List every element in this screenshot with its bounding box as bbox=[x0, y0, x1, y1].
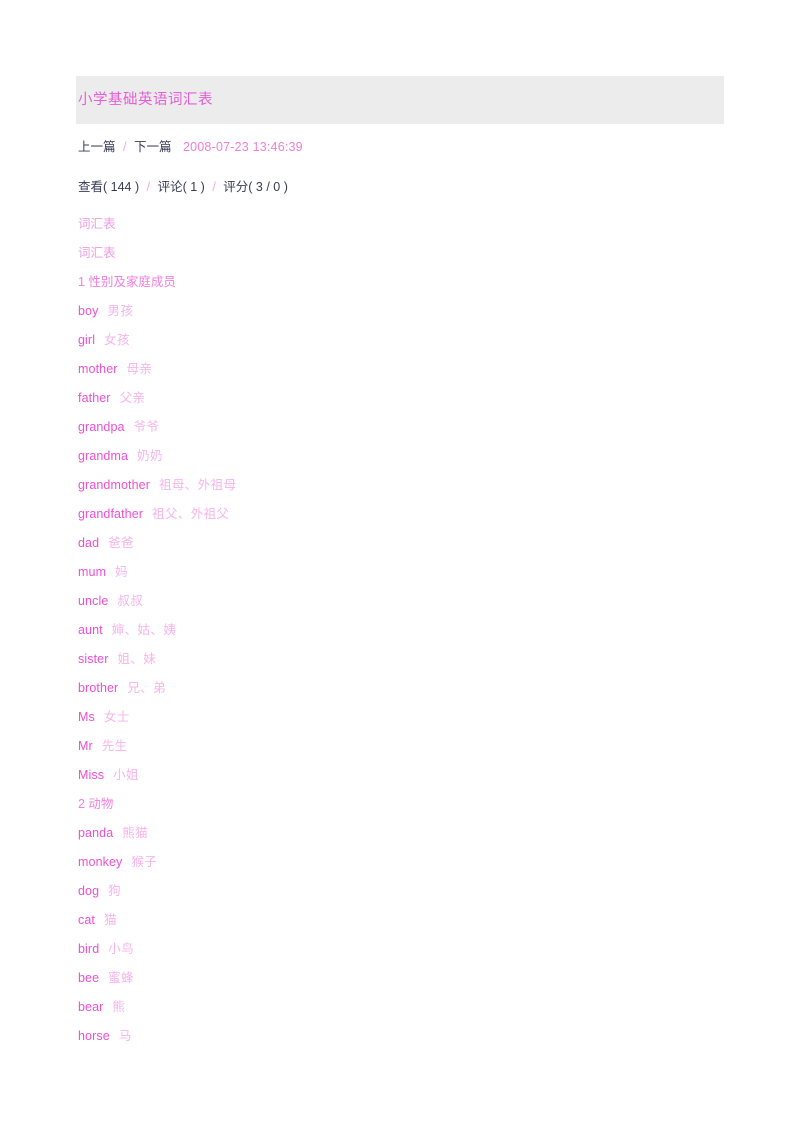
vocabulary-term: dog bbox=[78, 884, 100, 898]
vocabulary-entry: monkey 猴子 bbox=[78, 848, 724, 877]
vocabulary-entry: mum 妈 bbox=[78, 558, 724, 587]
vocabulary-term: grandfather bbox=[78, 507, 144, 521]
vocabulary-gloss: 猴子 bbox=[131, 855, 158, 869]
vocabulary-entry: boy 男孩 bbox=[78, 297, 724, 326]
vocabulary-section-heading: 2 动物 bbox=[78, 797, 114, 811]
vocabulary-gloss: 姐、妹 bbox=[117, 652, 157, 666]
vocabulary-gloss: 妈 bbox=[115, 565, 128, 579]
vocabulary-entry: girl 女孩 bbox=[78, 326, 724, 355]
vocabulary-list: 词汇表 词汇表 1 性别及家庭成员 boy 男孩 girl 女孩 mother 母亲 father… bbox=[76, 210, 724, 1051]
comment-count: 评论( 1 ) bbox=[157, 180, 205, 194]
vocabulary-gloss: 兄、弟 bbox=[127, 681, 167, 695]
vocabulary-gloss: 猫 bbox=[103, 913, 117, 927]
vocabulary-term: father bbox=[78, 391, 111, 405]
vocabulary-list-heading: 词汇表 bbox=[78, 246, 116, 260]
vocabulary-term: grandma bbox=[78, 449, 129, 463]
vocabulary-gloss: 女士 bbox=[103, 710, 130, 724]
vocabulary-entry: mother 母亲 bbox=[78, 355, 724, 384]
vocabulary-gloss: 蜜蜂 bbox=[108, 971, 134, 985]
vocabulary-term: aunt bbox=[78, 623, 103, 637]
vocabulary-entry: grandmother 祖母、外祖母 bbox=[78, 471, 724, 500]
article-stats: 查看( 144 ) / 评论( 1 ) / 评分( 3 / 0 ) bbox=[76, 178, 724, 196]
vocabulary-term: bee bbox=[78, 971, 100, 985]
vocabulary-gloss: 熊 bbox=[112, 1000, 126, 1014]
vocabulary-term: brother bbox=[78, 681, 119, 695]
vocabulary-term: mother bbox=[78, 362, 118, 376]
vocabulary-entry: horse 马 bbox=[78, 1022, 724, 1051]
vocabulary-entry: brother 兄、弟 bbox=[78, 674, 724, 703]
vocabulary-gloss: 爷爷 bbox=[133, 420, 160, 434]
vocabulary-gloss: 先生 bbox=[101, 739, 128, 753]
vocabulary-term: mum bbox=[78, 565, 107, 579]
vocabulary-entry: bear 熊 bbox=[78, 993, 724, 1022]
vocabulary-gloss: 祖母、外祖母 bbox=[158, 478, 237, 492]
rating-score: 评分( 3 / 0 ) bbox=[223, 180, 288, 194]
vocabulary-entry: panda 熊猫 bbox=[78, 819, 724, 848]
vocabulary-term: girl bbox=[78, 333, 96, 347]
vocabulary-entry: Miss 小姐 bbox=[78, 761, 724, 790]
vocabulary-entry: grandma 奶奶 bbox=[78, 442, 724, 471]
vocabulary-term: bear bbox=[78, 1000, 104, 1014]
vocabulary-gloss: 叔叔 bbox=[117, 594, 144, 608]
vocabulary-gloss: 父亲 bbox=[119, 391, 146, 405]
vocabulary-entry: sister 姐、妹 bbox=[78, 645, 724, 674]
vocabulary-gloss: 熊猫 bbox=[122, 826, 149, 840]
vocabulary-list-heading: 词汇表 bbox=[78, 217, 116, 231]
vocabulary-gloss: 马 bbox=[118, 1029, 132, 1043]
vocabulary-gloss: 母亲 bbox=[126, 362, 153, 376]
vocabulary-term: cat bbox=[78, 913, 95, 927]
vocabulary-entry: uncle 叔叔 bbox=[78, 587, 724, 616]
vocabulary-term: boy bbox=[78, 304, 99, 318]
stats-separator-2: / bbox=[212, 180, 216, 194]
view-count: 查看( 144 ) bbox=[78, 180, 140, 194]
vocabulary-gloss: 女孩 bbox=[104, 333, 130, 347]
article-page: 小学基础英语词汇表 上一篇 / 下一篇 2008-07-23 13:46:39 … bbox=[0, 0, 800, 1132]
vocabulary-term: uncle bbox=[78, 594, 109, 608]
vocabulary-entry: Ms 女士 bbox=[78, 703, 724, 732]
vocabulary-section-heading: 1 性别及家庭成员 bbox=[78, 275, 176, 289]
vocabulary-entry: cat 猫 bbox=[78, 906, 724, 935]
vocabulary-gloss: 爸爸 bbox=[108, 536, 134, 550]
article-content: 小学基础英语词汇表 上一篇 / 下一篇 2008-07-23 13:46:39 … bbox=[76, 76, 724, 1051]
vocabulary-term: grandmother bbox=[78, 478, 150, 492]
vocabulary-term: horse bbox=[78, 1029, 110, 1043]
vocabulary-gloss: 狗 bbox=[108, 884, 122, 898]
vocabulary-gloss: 祖父、外祖父 bbox=[152, 507, 230, 521]
vocabulary-gloss: 小鸟 bbox=[108, 942, 135, 956]
vocabulary-term: bird bbox=[78, 942, 100, 956]
vocabulary-entry: bee 蜜蜂 bbox=[78, 964, 724, 993]
vocabulary-entry: Mr 先生 bbox=[78, 732, 724, 761]
vocabulary-entry: aunt 婶、姑、姨 bbox=[78, 616, 724, 645]
vocabulary-entry: dog 狗 bbox=[78, 877, 724, 906]
nav-separator: / bbox=[123, 140, 127, 154]
next-article-link[interactable]: 下一篇 bbox=[134, 140, 172, 154]
publish-timestamp: 2008-07-23 13:46:39 bbox=[182, 140, 303, 154]
vocabulary-entry: grandfather 祖父、外祖父 bbox=[78, 500, 724, 529]
vocabulary-entry: bird 小鸟 bbox=[78, 935, 724, 964]
vocabulary-term: panda bbox=[78, 826, 114, 840]
vocabulary-entry: grandpa 爷爷 bbox=[78, 413, 724, 442]
vocabulary-gloss: 奶奶 bbox=[137, 449, 163, 463]
vocabulary-gloss: 婶、姑、姨 bbox=[111, 623, 177, 637]
vocabulary-term: Ms bbox=[78, 710, 95, 724]
article-title-band: 小学基础英语词汇表 bbox=[76, 76, 724, 124]
stats-separator-1: / bbox=[146, 180, 151, 194]
vocabulary-term: Miss bbox=[78, 768, 105, 782]
vocabulary-term: grandpa bbox=[78, 420, 125, 434]
vocabulary-term: dad bbox=[78, 536, 100, 550]
vocabulary-entry: father 父亲 bbox=[78, 384, 724, 413]
vocabulary-term: sister bbox=[78, 652, 109, 666]
page-title: 小学基础英语词汇表 bbox=[78, 91, 213, 108]
vocabulary-term: Mr bbox=[78, 739, 93, 753]
vocabulary-entry: dad 爸爸 bbox=[78, 529, 724, 558]
vocabulary-term: monkey bbox=[78, 855, 123, 869]
article-navigation: 上一篇 / 下一篇 2008-07-23 13:46:39 bbox=[76, 138, 724, 156]
previous-article-link[interactable]: 上一篇 bbox=[78, 140, 116, 154]
vocabulary-gloss: 男孩 bbox=[107, 304, 134, 318]
vocabulary-gloss: 小姐 bbox=[113, 768, 139, 782]
